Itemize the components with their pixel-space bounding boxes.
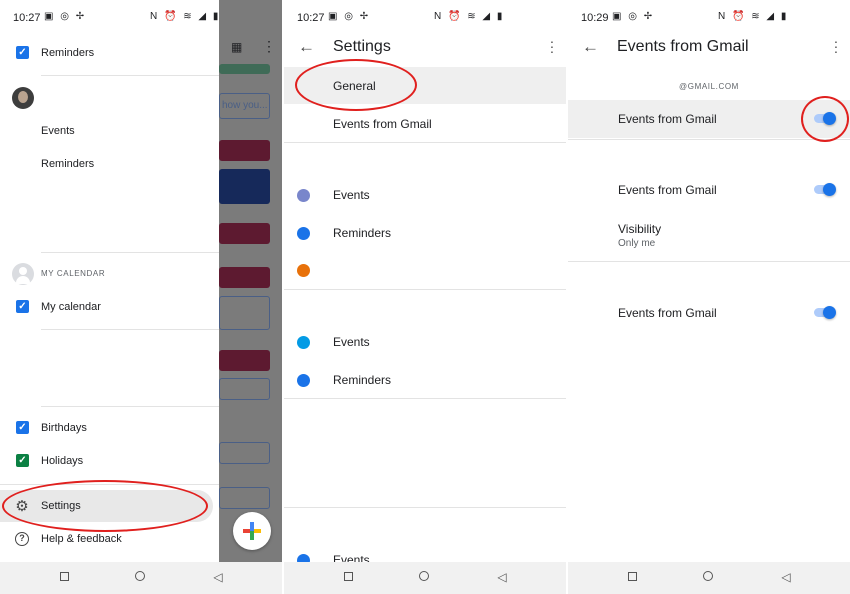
- drawer-item-label: Reminders: [41, 158, 95, 170]
- calendar-item-label: Reminders: [333, 226, 392, 240]
- color-dot: [297, 336, 310, 349]
- panel-calendar-drawer: how you... ▦ ⋮ ✓ Reminders Events Remind…: [0, 0, 282, 594]
- drawer-scrim[interactable]: how you... ▦ ⋮: [219, 0, 282, 562]
- section-title: MY CALENDAR: [41, 269, 106, 278]
- color-dot: [297, 227, 310, 240]
- panel-settings: 10:27 ▣ ◎ ✢ N ⏰ ≋ ◢ ▮ ← Settings · · · Gen…: [284, 0, 566, 594]
- back-nav-icon[interactable]: ◁: [495, 570, 509, 584]
- toggle-row-label: Events from Gmail: [618, 183, 717, 197]
- back-arrow-icon[interactable]: ←: [582, 37, 599, 57]
- checkbox-icon[interactable]: ✓: [16, 454, 29, 467]
- status-time: 10:27: [297, 12, 325, 24]
- app-bar: ← Events from Gmail · · ·: [568, 30, 850, 66]
- calendar-item-reminders-2[interactable]: Reminders: [284, 361, 566, 399]
- status-time: 10:27: [13, 12, 41, 24]
- recents-icon[interactable]: [625, 570, 639, 584]
- settings-item-events-from-gmail[interactable]: Events from Gmail: [284, 105, 566, 143]
- checkbox-icon[interactable]: ✓: [16, 421, 29, 434]
- divider: [284, 142, 566, 143]
- notification-icons: ▣ ◎ ✢: [328, 11, 371, 22]
- color-dot: [297, 374, 310, 387]
- divider: [41, 406, 219, 407]
- calendar-item-events[interactable]: Events: [284, 176, 566, 214]
- calendar-item-reminders[interactable]: Reminders: [284, 214, 566, 252]
- notification-icons: ▣ ◎ ✢: [44, 11, 87, 22]
- behind-search-hint: how you...: [222, 100, 268, 111]
- drawer-item-events[interactable]: Events: [0, 116, 219, 146]
- checkbox-icon[interactable]: ✓: [16, 300, 29, 313]
- android-nav-bar: ◁: [568, 562, 850, 594]
- home-icon[interactable]: [701, 570, 715, 584]
- app-bar: ← Settings · · ·: [284, 30, 566, 66]
- home-icon[interactable]: [417, 570, 431, 584]
- toggle-switch[interactable]: [814, 183, 836, 196]
- help-icon: ?: [15, 532, 29, 546]
- status-time: 10:29: [581, 12, 609, 24]
- status-bar: 10:27 ▣ ◎ ✢ N ⏰ ≋ ◢ ▮: [0, 0, 282, 34]
- divider: [41, 252, 219, 253]
- drawer-item-label: Events: [41, 125, 75, 137]
- calendar-item-label: Reminders: [333, 373, 392, 387]
- drawer-item-birthdays[interactable]: ✓ Birthdays: [0, 413, 219, 443]
- calendar-item-events-2[interactable]: Events: [284, 323, 566, 361]
- account-avatar[interactable]: [12, 87, 34, 109]
- annotation-circle: [2, 480, 208, 532]
- create-event-button[interactable]: [233, 512, 271, 550]
- account-label: @GMAIL.COM: [679, 82, 739, 91]
- more-icon[interactable]: · · ·: [832, 34, 840, 58]
- divider: [284, 289, 566, 290]
- drawer-item-label: Birthdays: [41, 422, 87, 434]
- calendar-item-unnamed[interactable]: [284, 251, 566, 289]
- more-icon[interactable]: · · ·: [548, 34, 556, 58]
- annotation-circle: [801, 96, 849, 142]
- toggle-switch[interactable]: [814, 306, 836, 319]
- panel-events-from-gmail: 10:29 ▣ ◎ ✢ N ⏰ ≋ ◢ ▮ ← Events from Gmai…: [568, 0, 850, 594]
- system-icons: N ⏰ ≋ ◢ ▮: [718, 11, 789, 22]
- android-nav-bar: ◁: [284, 562, 566, 594]
- event-icon[interactable]: ▦: [231, 40, 242, 54]
- calendar-item-label: Events: [333, 188, 370, 202]
- visibility-value: Only me: [618, 238, 656, 249]
- drawer-item-reminders[interactable]: ✓ Reminders: [0, 38, 219, 68]
- notification-icons: ▣ ◎ ✢: [612, 11, 655, 22]
- system-icons: N ⏰ ≋ ◢ ▮: [434, 11, 505, 22]
- visibility-title[interactable]: Visibility: [618, 222, 661, 236]
- toggle-row-label: Events from Gmail: [618, 306, 717, 320]
- drawer-item-reminders-2[interactable]: Reminders: [0, 149, 219, 179]
- divider: [568, 261, 850, 262]
- calendar-item-label: Events: [333, 335, 370, 349]
- home-icon[interactable]: [133, 570, 147, 584]
- annotation-circle: [295, 59, 417, 111]
- status-bar: 10:27 ▣ ◎ ✢ N ⏰ ≋ ◢ ▮: [284, 0, 566, 34]
- toggle-row-label: Events from Gmail: [618, 112, 717, 126]
- more-icon[interactable]: ⋮: [262, 38, 276, 55]
- back-nav-icon[interactable]: ◁: [211, 570, 225, 584]
- color-dot: [297, 189, 310, 202]
- divider: [41, 75, 219, 76]
- back-nav-icon[interactable]: ◁: [779, 570, 793, 584]
- toggle-row-events-from-gmail-2[interactable]: Events from Gmail: [568, 171, 850, 209]
- page-title: Settings: [333, 38, 391, 55]
- system-icons: N ⏰ ≋ ◢ ▮: [150, 11, 221, 22]
- divider: [284, 398, 566, 399]
- drawer-item-label: Holidays: [41, 455, 84, 467]
- page-title: Events from Gmail: [617, 38, 749, 55]
- divider: [41, 329, 219, 330]
- navigation-drawer: ✓ Reminders Events Reminders MY CALENDAR…: [0, 0, 219, 562]
- drawer-item-my-calendar[interactable]: ✓ My calendar: [0, 292, 219, 322]
- drawer-item-label: Reminders: [41, 47, 95, 59]
- recents-icon[interactable]: [341, 570, 355, 584]
- recents-icon[interactable]: [57, 570, 71, 584]
- person-icon: [12, 263, 34, 285]
- checkbox-icon[interactable]: ✓: [16, 46, 29, 59]
- back-arrow-icon[interactable]: ←: [298, 37, 315, 57]
- color-dot: [297, 264, 310, 277]
- drawer-item-label: My calendar: [41, 301, 101, 313]
- status-bar: 10:29 ▣ ◎ ✢ N ⏰ ≋ ◢ ▮: [568, 0, 850, 34]
- android-nav-bar: ◁: [0, 562, 282, 594]
- divider: [284, 507, 566, 508]
- drawer-item-holidays[interactable]: ✓ Holidays: [0, 446, 219, 476]
- toggle-row-events-from-gmail-3[interactable]: Events from Gmail: [568, 294, 850, 332]
- divider: [568, 139, 850, 140]
